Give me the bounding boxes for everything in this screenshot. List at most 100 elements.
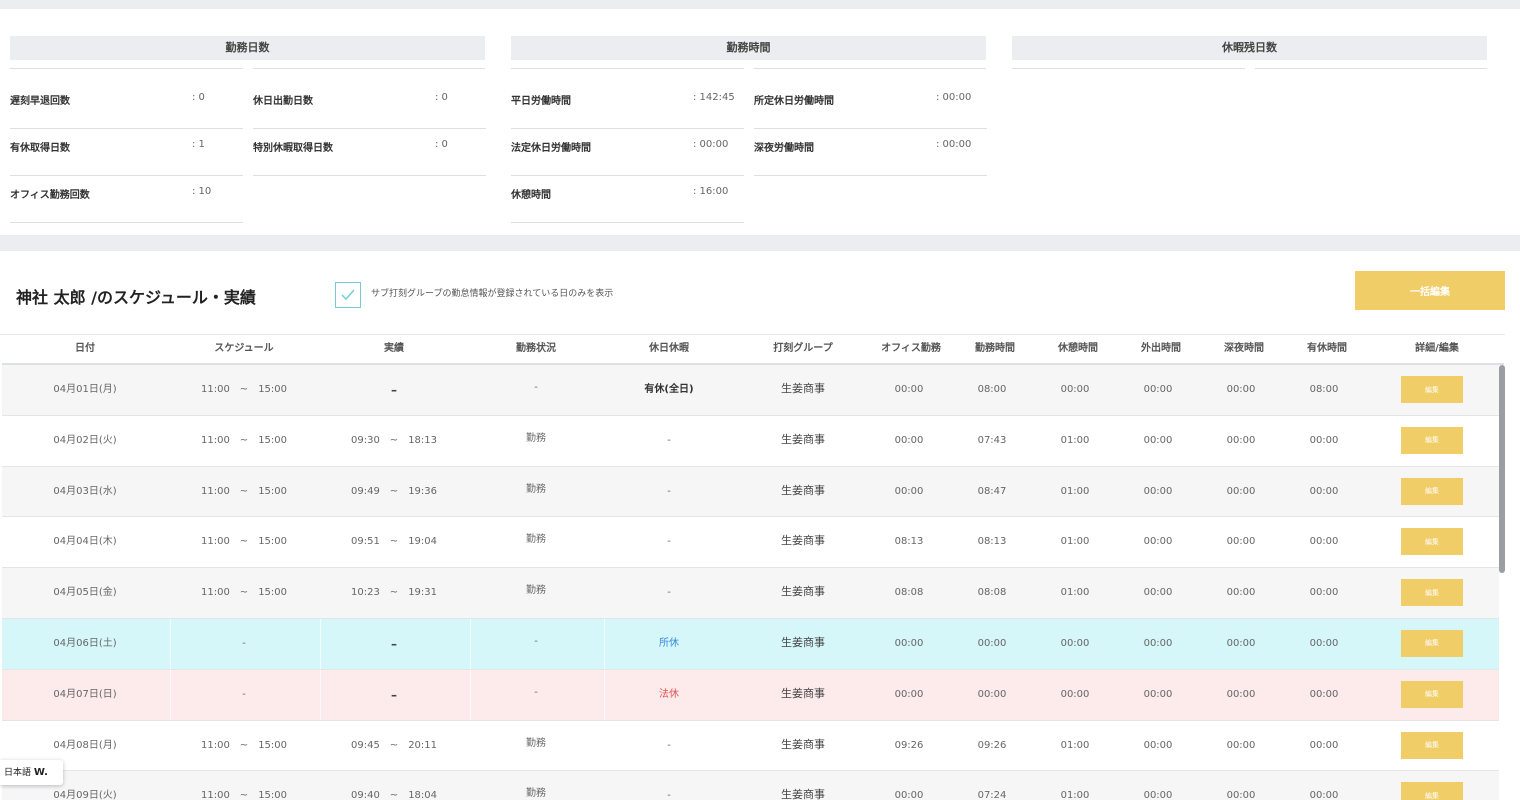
cell-work-time: 08:00 [977,384,1007,395]
cell-break-time: 00:00 [1060,688,1090,700]
table-row: 04月04日(木) 11:00 ~ 15:00 09:51 ~ 19:04 勤務 - 生姜… [2,517,1499,569]
edit-button[interactable]: 編集 [1401,680,1463,708]
edit-button[interactable]: 編集 [1401,629,1463,657]
cell-night-time: 00:00 [1226,637,1256,649]
cell-actual: – [391,383,397,397]
edit-button[interactable]: 編集 [1401,376,1463,403]
cell-break-time: 01:00 [1060,739,1090,751]
edit-button[interactable]: 編集 [1401,782,1463,800]
col-group[interactable]: 打刻グループ [773,335,832,363]
table-row: 04月01日(月) 11:00 ~ 15:00 – - 有休(全日) 生姜商事 00:00 0… [2,365,1499,416]
language-widget[interactable]: 日本語 W. [0,760,63,785]
cell-work-time: 08:08 [977,587,1007,599]
cell-office: 00:00 [894,485,924,497]
cell-group: 生姜商事 [781,534,825,548]
cell-schedule: 11:00 ~ 15:00 [200,384,288,395]
col-break-time[interactable]: 休憩時間 [1058,335,1098,363]
col-detail-edit: 詳細/編集 [1415,343,1459,354]
cell-out-time: 00:00 [1143,434,1173,446]
edit-button[interactable]: 編集 [1401,477,1463,505]
cell-schedule: - [242,637,246,649]
cell-night-time: 00:00 [1226,384,1256,395]
table-row: 04月08日(月) 11:00 ~ 15:00 09:45 ~ 20:11 勤務 - 生姜… [2,720,1499,772]
cell-break-time: 01:00 [1060,790,1090,800]
cell-night-time: 00:00 [1226,485,1256,497]
stat-value: : 1 [192,139,205,150]
col-out-time[interactable]: 外出時間 [1141,335,1181,363]
leave-balance-section: 休暇残日数 [1012,36,1487,69]
stat-office-count: オフィス勤務回数 : 10 [10,176,243,223]
col-holiday[interactable]: 休日休暇 [649,335,689,363]
stat-label: 特別休暇取得日数 [253,143,333,154]
cell-night-time: 00:00 [1226,790,1256,800]
filter-checkbox[interactable] [335,282,361,308]
bulk-edit-button[interactable]: 一括編集 [1355,271,1505,310]
cell-office: 00:00 [894,384,924,395]
stat-label: 平日労働時間 [511,96,571,107]
cell-date: 04月06日(土) [53,637,117,649]
cell-actual: 09:51 ~ 19:04 [350,536,438,548]
cell-schedule: 11:00 ~ 15:00 [200,790,288,800]
stat-label: 休日出勤日数 [253,96,313,107]
cell-holiday: 法休 [659,688,679,700]
cell-group: 生姜商事 [781,585,825,599]
table-row: 04月06日(土) - – - 所休 生姜商事 00:00 00:00 00:00 00:00 00… [2,618,1499,670]
language-label: 日本語 [4,768,32,778]
stat-legal-holiday-hours: 法定休日労働時間 : 00:00 [511,129,744,176]
cell-status: - [534,686,538,698]
cell-actual: – [391,636,397,651]
stat-label: 所定休日労働時間 [754,96,834,107]
stat-weekday-hours: 平日労働時間 : 142:45 [511,82,744,129]
stat-value: : 00:00 [936,92,972,103]
cell-date: 04月07日(日) [53,688,117,700]
col-schedule[interactable]: スケジュール [214,335,273,363]
stat-value: : 142:45 [693,92,735,103]
stat-scheduled-holiday-hours: 所定休日労働時間 : 00:00 [754,82,987,129]
col-office[interactable]: オフィス勤務 [881,335,941,363]
table-scrollbar[interactable] [1499,365,1505,573]
cell-date: 04月03日(水) [53,485,117,497]
wovn-logo: W. [33,767,48,778]
cell-group: 生姜商事 [781,432,825,446]
cell-out-time: 00:00 [1143,485,1173,497]
cell-out-time: 00:00 [1143,587,1173,599]
stat-paid-leave-days: 有休取得日数 : 1 [10,129,243,176]
cell-paid-time: 00:00 [1309,587,1339,599]
cell-date: 04月02日(火) [53,434,117,446]
cell-actual: 10:23 ~ 19:31 [350,587,438,599]
cell-out-time: 00:00 [1143,688,1173,700]
cell-status: 勤務 [526,788,546,800]
work-hours-section: 勤務時間 [511,36,986,69]
summary-panel: 勤務日数 遅刻早退回数 : 0 休日出勤日数 : 0 有休取得日数 : 1 特別… [0,9,1520,235]
stat-holiday-work: 休日出勤日数 : 0 [253,82,486,129]
edit-button[interactable]: 編集 [1401,426,1463,454]
col-paid-time[interactable]: 有休時間 [1307,335,1347,363]
cell-night-time: 00:00 [1226,739,1256,751]
cell-night-time: 00:00 [1226,587,1256,599]
edit-button[interactable]: 編集 [1401,731,1463,759]
cell-date: 04月05日(金) [53,587,117,599]
work-days-title: 勤務日数 [10,36,485,60]
stat-label: 深夜労働時間 [754,143,814,154]
cell-break-time: 01:00 [1060,434,1090,446]
cell-office: 08:13 [894,536,924,548]
edit-button[interactable]: 編集 [1401,528,1463,556]
stat-label: 休憩時間 [511,190,551,201]
col-date[interactable]: 日付 [75,335,95,363]
edit-button[interactable]: 編集 [1401,579,1463,607]
col-work-time[interactable]: 勤務時間 [975,335,1015,363]
col-night-time[interactable]: 深夜時間 [1224,335,1264,363]
cell-break-time: 01:00 [1060,587,1090,599]
cell-break-time: 00:00 [1060,637,1090,649]
col-status[interactable]: 勤務状況 [516,335,556,363]
cell-status: 勤務 [526,534,546,546]
cell-break-time: 00:00 [1060,384,1090,395]
cell-paid-time: 00:00 [1309,739,1339,751]
table-row: 04月03日(水) 11:00 ~ 15:00 09:49 ~ 19:36 勤務 - 生姜… [2,466,1499,518]
cell-holiday: - [667,536,671,548]
schedule-panel: 神社 太郎 /のスケジュール・実績 サブ打刻グループの勤怠情報が登録されている日… [0,251,1520,800]
col-actual[interactable]: 実績 [384,335,404,363]
cell-work-time: 07:43 [977,434,1007,446]
cell-status: - [534,382,538,393]
cell-work-time: 08:13 [977,536,1007,548]
